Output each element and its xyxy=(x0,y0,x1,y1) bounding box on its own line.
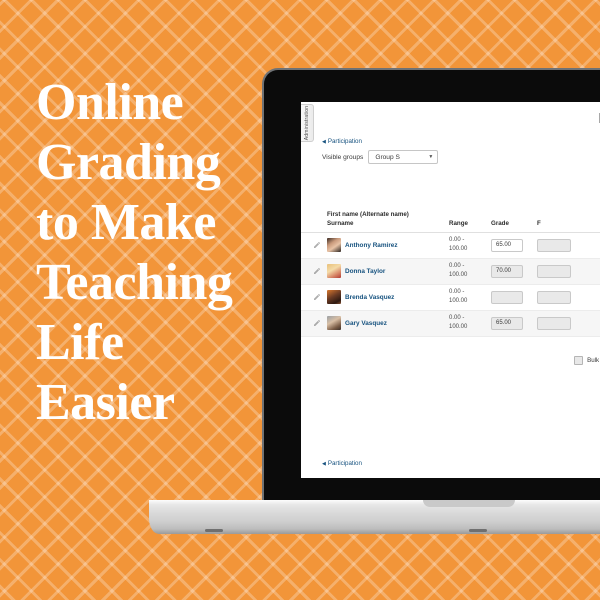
student-cell: Gary Vasquez xyxy=(327,316,449,331)
student-name-link[interactable]: Donna Taylor xyxy=(345,268,385,275)
breadcrumb-participation-bottom[interactable]: ◀ Participation xyxy=(322,460,362,467)
grade-input[interactable]: 65.00 xyxy=(491,238,523,252)
range-min: 0.00 - xyxy=(449,263,465,270)
breadcrumb-participation-top[interactable]: ◀ Participation xyxy=(322,138,362,145)
avatar xyxy=(327,238,341,253)
edit-cell[interactable] xyxy=(301,267,327,275)
laptop-foot xyxy=(205,529,223,532)
edit-cell[interactable] xyxy=(301,293,327,301)
range-cell: 0.00 - 100.00 xyxy=(449,236,491,253)
feedback-cell xyxy=(537,238,577,252)
student-cell: Donna Taylor xyxy=(327,264,449,279)
visible-groups-row: Visible groups Group S ▼ xyxy=(322,150,439,164)
left-arrow-icon: ◀ xyxy=(322,461,326,467)
range-cell: 0.00 - 100.00 xyxy=(449,262,491,279)
edit-cell[interactable] xyxy=(301,241,327,249)
headline-line-4: Teaching xyxy=(36,253,233,311)
student-cell: Brenda Vasquez xyxy=(327,290,449,305)
pencil-icon[interactable] xyxy=(313,267,321,275)
breadcrumb-link-label[interactable]: Participation xyxy=(328,138,362,145)
table-header-row: First name (Alternate name) Surname Rang… xyxy=(301,210,600,233)
range-cell: 0.00 - 100.00 xyxy=(449,288,491,305)
visible-groups-label: Visible groups xyxy=(322,153,364,161)
visible-groups-select[interactable]: Group S ▼ xyxy=(368,150,439,164)
moodle-grading-page: Administration Module 1 ◀Participation V… xyxy=(301,102,600,478)
grade-input[interactable]: 70.00 xyxy=(491,264,523,278)
range-max: 100.00 xyxy=(449,246,468,253)
range-max: 100.00 xyxy=(449,272,468,279)
table-row: Donna Taylor 0.00 - 100.00 70.00 xyxy=(301,258,600,285)
laptop-base-notch xyxy=(423,500,515,507)
header-name: First name (Alternate name) Surname xyxy=(327,210,449,229)
grade-cell xyxy=(491,290,537,304)
student-name-link[interactable]: Brenda Vasquez xyxy=(345,294,394,301)
laptop-screen: Administration Module 1 ◀Participation V… xyxy=(301,102,600,478)
grades-table: First name (Alternate name) Surname Rang… xyxy=(301,210,600,337)
feedback-input[interactable] xyxy=(537,264,571,278)
bulk-insert-label: Bulk insert xyxy=(587,357,600,364)
left-arrow-icon: ◀ xyxy=(322,139,326,145)
student-cell: Anthony Ramirez xyxy=(327,238,449,253)
headline-line-1: Online xyxy=(36,74,184,131)
avatar xyxy=(327,264,341,279)
edit-cell[interactable] xyxy=(301,319,327,327)
feedback-cell xyxy=(537,264,577,278)
header-feedback: F xyxy=(537,220,541,228)
bulk-insert-checkbox[interactable] xyxy=(574,356,584,365)
header-surname: Surname xyxy=(327,220,354,228)
grade-cell: 70.00 xyxy=(491,264,537,278)
range-max: 100.00 xyxy=(449,298,468,305)
visible-groups-value: Group S xyxy=(375,153,400,161)
laptop-foot xyxy=(469,529,487,532)
pencil-icon[interactable] xyxy=(313,241,321,249)
range-max: 100.00 xyxy=(449,324,468,331)
table-row: Gary Vasquez 0.00 - 100.00 65.00 xyxy=(301,310,600,337)
grade-cell: 65.00 xyxy=(491,238,537,252)
feedback-cell xyxy=(537,316,577,330)
headline-line-2: Grading xyxy=(36,133,221,191)
feedback-cell xyxy=(537,290,577,304)
poster-headline: Online Grading to Make Teaching Life Eas… xyxy=(36,74,286,437)
avatar xyxy=(327,316,341,331)
grade-input[interactable]: 65.00 xyxy=(491,316,523,330)
header-first-name: First name (Alternate name) xyxy=(327,211,409,218)
student-name-link[interactable]: Anthony Ramirez xyxy=(345,242,398,249)
student-name-link[interactable]: Gary Vasquez xyxy=(345,320,387,327)
range-min: 0.00 - xyxy=(449,237,465,244)
avatar xyxy=(327,290,341,305)
laptop-base xyxy=(149,500,600,534)
breadcrumb-link-label[interactable]: Participation xyxy=(328,460,362,467)
range-cell: 0.00 - 100.00 xyxy=(449,314,491,331)
range-min: 0.00 - xyxy=(449,315,465,322)
feedback-input[interactable] xyxy=(537,316,571,330)
headline-line-6: Easier xyxy=(36,373,175,431)
feedback-input[interactable] xyxy=(537,238,571,252)
sidebar-tab-administration[interactable]: Administration xyxy=(301,104,314,142)
feedback-input[interactable] xyxy=(537,290,571,304)
sidebar-tab-label: Administration xyxy=(304,105,310,141)
grade-cell: 65.00 xyxy=(491,316,537,330)
header-grade: Grade xyxy=(491,220,509,228)
grade-input[interactable] xyxy=(491,290,523,304)
header-range: Range xyxy=(449,220,468,228)
headline-line-5: Life xyxy=(36,313,124,371)
chevron-down-icon: ▼ xyxy=(428,154,434,160)
pencil-icon[interactable] xyxy=(313,293,321,301)
range-min: 0.00 - xyxy=(449,289,465,296)
table-row: Anthony Ramirez 0.00 - 100.00 65.00 xyxy=(301,233,600,259)
laptop-device: Administration Module 1 ◀Participation V… xyxy=(149,68,600,534)
bulk-insert-row: Bulk insert 0 xyxy=(574,354,600,367)
pencil-icon[interactable] xyxy=(313,319,321,327)
table-row: Brenda Vasquez 0.00 - 100.00 xyxy=(301,285,600,311)
laptop-lid: Administration Module 1 ◀Participation V… xyxy=(262,68,600,500)
headline-line-3: to Make xyxy=(36,193,216,251)
